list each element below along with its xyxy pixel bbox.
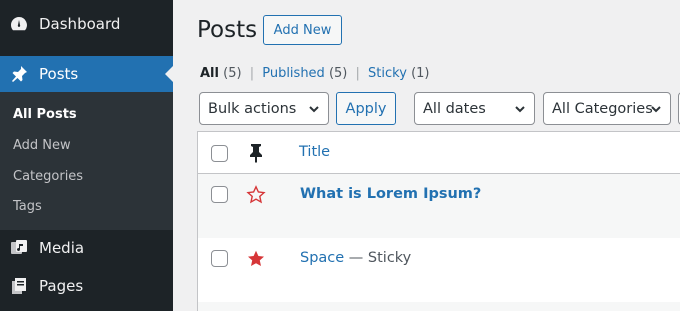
post-title-link[interactable]: Space [300,250,344,266]
dashboard-icon [9,14,29,34]
filter-separator: | [249,66,255,81]
pin-icon [9,64,29,84]
menu-item-posts[interactable]: Posts [0,56,173,92]
menu-item-label: Posts [39,65,79,83]
filter-published[interactable]: Published [262,66,325,81]
star-filled-icon[interactable] [246,249,266,269]
menu-item-label: Media [39,239,85,257]
posts-submenu: All Posts Add New Categories Tags [0,92,173,230]
active-indicator [165,66,173,82]
status-filters: All (5) | Published (5) | Sticky (1) [200,66,429,81]
filter-all-count: (5) [223,66,242,81]
post-state: — Sticky [349,250,411,266]
dates-filter-value: All dates [423,100,486,117]
menu-item-label: Pages [39,277,84,295]
table-row: Space — Sticky [198,238,680,302]
sticky-pin-icon [250,144,262,163]
row-checkbox[interactable] [211,186,228,203]
apply-button[interactable]: Apply [336,92,396,125]
menu-item-dashboard[interactable]: Dashboard [0,6,173,42]
menu-item-media[interactable]: Media [0,230,173,266]
filter-separator: | [355,66,360,81]
media-icon [9,238,29,258]
filter-published-count: (5) [328,66,348,81]
menu-item-pages[interactable]: Pages [0,268,173,304]
table-row: What is Lorem Ipsum? [198,174,680,238]
filter-sticky-count: (1) [411,66,430,81]
posts-table: Title What is Lorem Ipsum? Space — Stick… [197,131,680,311]
dates-filter-select[interactable]: All dates [414,92,535,125]
table-header: Title [198,132,680,174]
post-state-label: Sticky [367,250,412,266]
filter-all[interactable]: All [200,66,219,81]
post-title-link[interactable]: What is Lorem Ipsum? [300,186,481,202]
pages-icon [9,276,29,296]
row-checkbox[interactable] [211,250,228,267]
admin-sidebar: Dashboard Posts All Posts Add New Catego… [0,0,173,311]
submenu-item-all-posts[interactable]: All Posts [13,107,77,122]
post-title-row: Space — Sticky [300,250,411,266]
bulk-actions-value: Bulk actions [208,100,297,117]
category-filter-value: All Categories [552,100,653,117]
column-title-header[interactable]: Title [299,144,330,160]
submenu-item-categories[interactable]: Categories [13,169,83,184]
category-filter-select[interactable]: All Categories [543,92,671,125]
chevron-down-icon [515,106,525,113]
post-state-dash: — [348,250,364,266]
submenu-item-add-new[interactable]: Add New [13,138,71,153]
menu-item-label: Dashboard [39,15,121,33]
star-outline-icon[interactable] [246,185,266,205]
chevron-down-icon [651,106,661,113]
page-title: Posts [197,17,258,43]
chevron-down-icon [309,106,319,113]
add-new-button[interactable]: Add New [263,15,342,45]
filter-sticky[interactable]: Sticky [368,66,407,81]
bulk-actions-select[interactable]: Bulk actions [199,92,329,125]
select-all-checkbox[interactable] [211,145,228,162]
submenu-item-tags[interactable]: Tags [13,199,42,214]
table-row [198,302,680,311]
